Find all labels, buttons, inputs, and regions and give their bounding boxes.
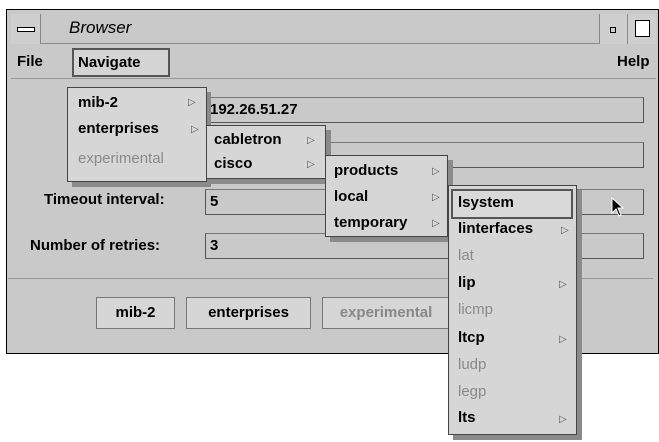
- mouse-pointer-icon: [611, 197, 625, 217]
- minimize-button[interactable]: [599, 14, 627, 44]
- enterprises-menu-item-cabletron[interactable]: cabletron: [214, 131, 282, 148]
- timeout-field-text: 5: [210, 193, 219, 210]
- temporary-menu-item-lts[interactable]: lts: [458, 409, 476, 426]
- temporary-menu-item-lat[interactable]: lat: [458, 247, 474, 264]
- temporary-menu-item-lip[interactable]: lip: [458, 274, 476, 291]
- submenu-arrow-icon: ▷: [432, 218, 440, 229]
- enterprises-menu-item-cisco[interactable]: cisco: [214, 155, 252, 172]
- temporary-menu-item-licmp[interactable]: licmp: [458, 301, 493, 318]
- temporary-menu-item-lsystem[interactable]: lsystem: [458, 194, 514, 211]
- submenu-arrow-icon: ▷: [561, 225, 569, 236]
- temporary-submenu: lsystem linterfaces ▷ lat lip ▷ licmp lt…: [448, 185, 577, 435]
- host-field-text: 192.26.51.27: [210, 101, 298, 118]
- navigate-menu-item-experimental[interactable]: experimental: [78, 150, 164, 167]
- submenu-arrow-icon: ▷: [559, 279, 567, 290]
- temporary-menu-item-ltcp[interactable]: ltcp: [458, 329, 485, 346]
- temporary-menu-item-ludp[interactable]: ludp: [458, 356, 486, 373]
- submenu-arrow-icon: ▷: [307, 135, 315, 146]
- submenu-arrow-icon: ▷: [188, 97, 196, 108]
- navigate-menu-item-enterprises[interactable]: enterprises: [78, 120, 159, 137]
- temporary-menu-item-linterfaces[interactable]: linterfaces: [458, 220, 533, 237]
- maximize-icon: [635, 20, 650, 37]
- temporary-menu-item-legp[interactable]: legp: [458, 383, 486, 400]
- window-menu-icon: [17, 27, 35, 32]
- cisco-menu-item-temporary[interactable]: temporary: [334, 214, 407, 231]
- cisco-menu-item-products[interactable]: products: [334, 162, 398, 179]
- window-title: Browser: [69, 18, 132, 37]
- submenu-arrow-icon: ▷: [432, 166, 440, 177]
- submenu-arrow-icon: ▷: [559, 334, 567, 345]
- retries-label: Number of retries:: [30, 237, 161, 254]
- maximize-button[interactable]: [627, 14, 656, 44]
- navigate-menu-item-mib2[interactable]: mib-2: [78, 94, 118, 111]
- menu-navigate[interactable]: Navigate: [72, 48, 170, 77]
- cisco-menu-item-local[interactable]: local: [334, 188, 368, 205]
- cisco-submenu: products ▷ local ▷ temporary ▷: [325, 155, 448, 237]
- experimental-button[interactable]: experimental: [322, 297, 450, 329]
- mib2-button[interactable]: mib-2: [96, 297, 175, 329]
- host-field[interactable]: 192.26.51.27: [205, 97, 644, 123]
- retries-field-text: 3: [210, 237, 219, 254]
- submenu-arrow-icon: ▷: [191, 124, 199, 135]
- minimize-icon: [610, 27, 616, 33]
- title-bar: Browser: [11, 14, 656, 44]
- submenu-arrow-icon: ▷: [559, 414, 567, 425]
- timeout-label: Timeout interval:: [44, 191, 165, 208]
- menu-bar: File Navigate Help: [11, 45, 656, 79]
- enterprises-button[interactable]: enterprises: [186, 297, 311, 329]
- window-menu-button[interactable]: [11, 14, 41, 44]
- menu-navigate-label: Navigate: [78, 54, 141, 71]
- navigate-menu: mib-2 ▷ enterprises ▷ experimental: [67, 87, 207, 182]
- submenu-arrow-icon: ▷: [432, 192, 440, 203]
- menu-file[interactable]: File: [17, 53, 43, 70]
- submenu-arrow-icon: ▷: [307, 159, 315, 170]
- enterprises-submenu: cabletron ▷ cisco ▷: [206, 125, 326, 179]
- menu-help[interactable]: Help: [617, 53, 650, 70]
